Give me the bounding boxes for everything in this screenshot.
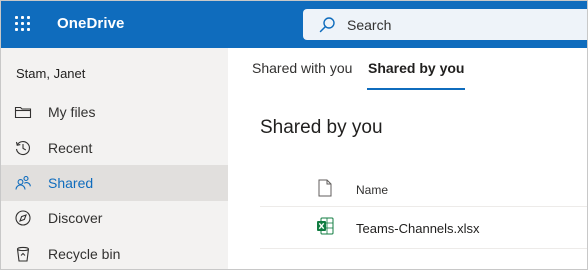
sidebar-item-label: Shared	[48, 175, 94, 191]
tab-shared-with-you[interactable]: Shared with you	[252, 60, 352, 91]
column-header-row: Name	[260, 171, 587, 207]
sidebar-item-label: Recycle bin	[48, 246, 121, 262]
name-column-header[interactable]: Name	[356, 183, 388, 197]
sidebar-item-label: Recent	[48, 140, 93, 156]
app-launcher-icon[interactable]	[13, 14, 33, 34]
sidebar-item-discover[interactable]: Discover	[1, 200, 228, 236]
search-icon	[319, 17, 335, 33]
pivot-tabs: Shared with you Shared by you	[228, 48, 587, 91]
top-bar: OneDrive Search	[1, 1, 587, 48]
app-name[interactable]: OneDrive	[57, 15, 125, 32]
recycle-bin-icon	[16, 246, 30, 262]
document-icon[interactable]	[318, 179, 332, 197]
page-title: Shared by you	[260, 117, 383, 138]
sidebar-item-my-files[interactable]: My files	[1, 94, 228, 130]
people-icon	[15, 175, 31, 190]
folder-icon	[14, 106, 32, 119]
search-box[interactable]: Search	[303, 9, 587, 40]
user-name: Stam, Janet	[16, 66, 86, 81]
sidebar-item-shared[interactable]: Shared	[1, 165, 228, 201]
sidebar-item-recent[interactable]: Recent	[1, 130, 228, 166]
onedrive-window: OneDrive Search Stam, Janet My files Rec…	[0, 0, 588, 270]
file-name[interactable]: Teams-Channels.xlsx	[356, 221, 480, 236]
tab-shared-by-you[interactable]: Shared by you	[366, 60, 466, 91]
search-placeholder: Search	[347, 17, 392, 33]
left-nav: Stam, Janet My files Recent Shared Disco…	[1, 48, 228, 269]
main-content: Shared by you Name Teams-Channels.xlsx	[228, 91, 587, 269]
sidebar-item-recycle-bin[interactable]: Recycle bin	[1, 236, 228, 269]
history-icon	[15, 141, 30, 156]
compass-icon	[15, 210, 31, 226]
sidebar-item-label: My files	[48, 104, 96, 120]
content-panel: Shared by you Name Teams-Channels.xlsx	[228, 91, 587, 269]
sidebar-item-label: Discover	[48, 210, 103, 226]
excel-file-icon	[317, 217, 334, 235]
file-row[interactable]: Teams-Channels.xlsx	[260, 209, 587, 249]
